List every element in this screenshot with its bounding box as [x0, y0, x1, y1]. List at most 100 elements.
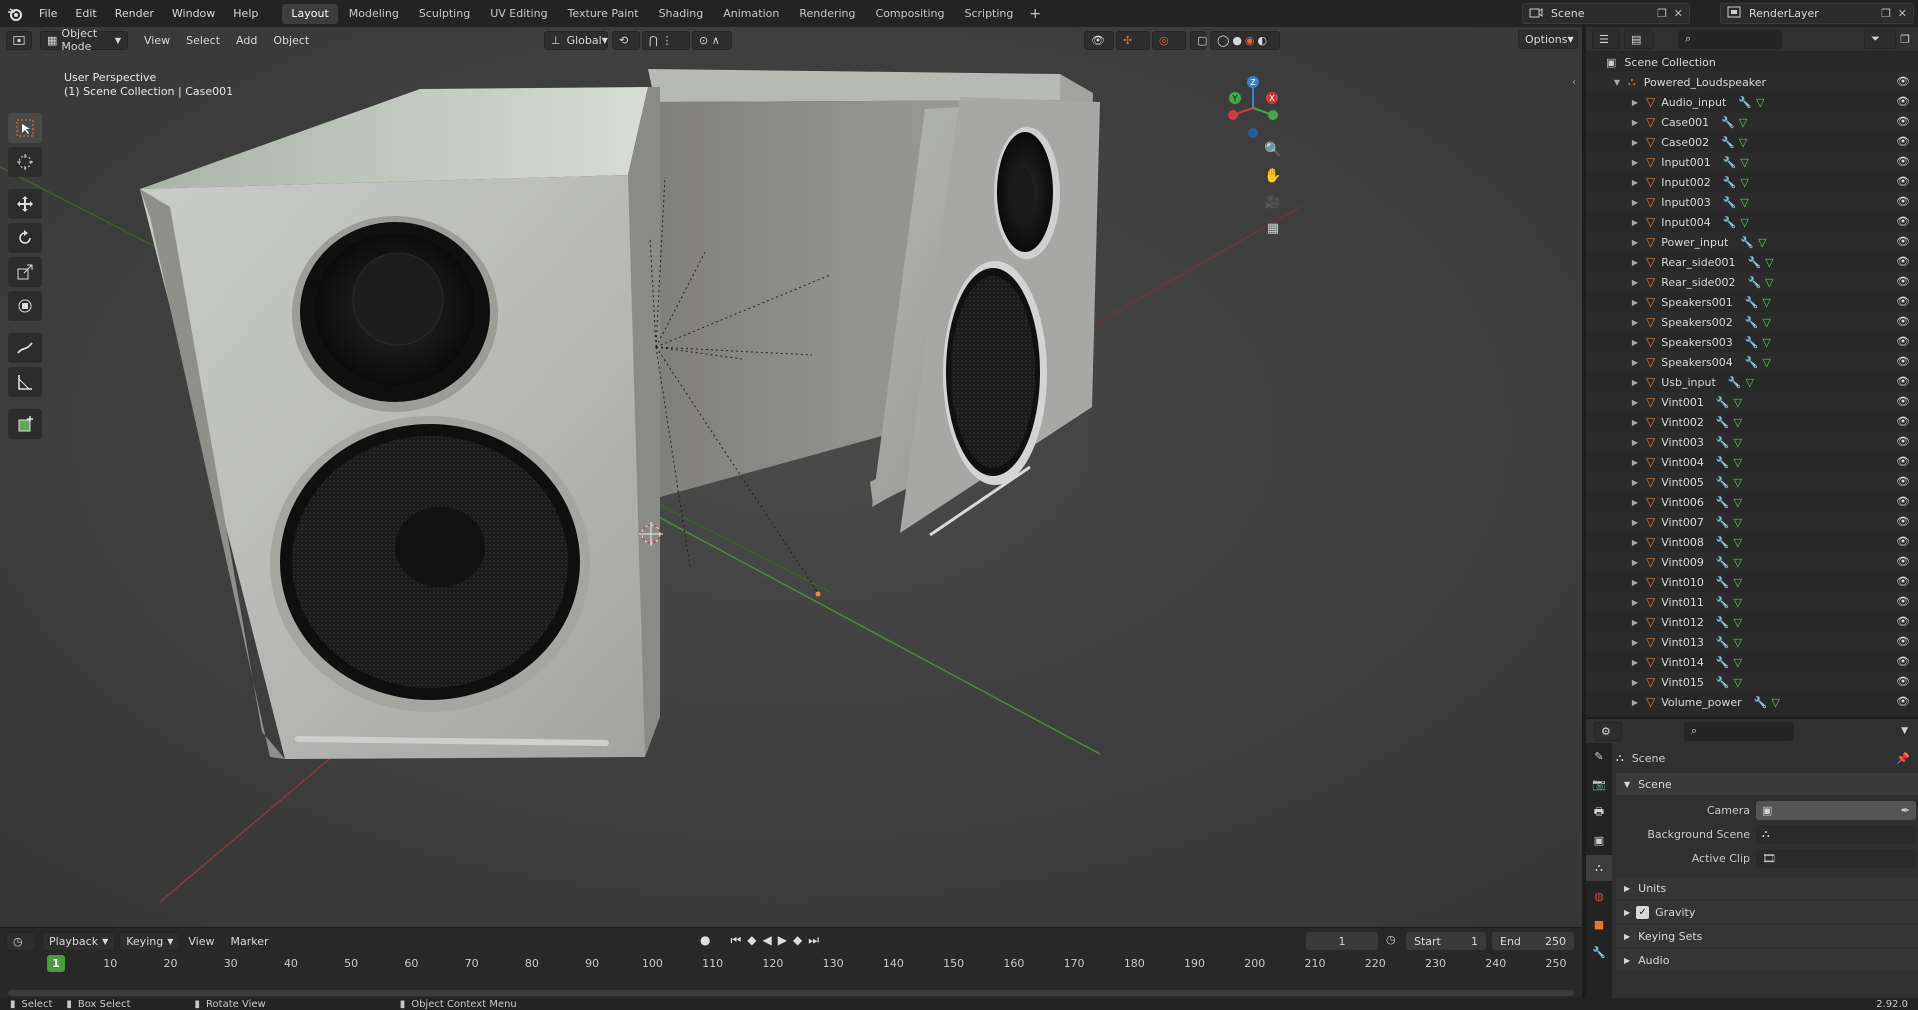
outliner-item-row[interactable]: ▶ ▽ Input003 🔧 ▽ 👁 — [1586, 192, 1918, 212]
properties-editor[interactable]: ⚙ ⌕ ▼ ✎ 📷 🖶 ▣ ⛬ ◍ ■ 🔧 ⛬ Scene 📌 ▼ Scene … — [1586, 719, 1918, 998]
outliner-editor-type-button[interactable]: ☰ — [1592, 29, 1620, 49]
display-mode-dropdown[interactable]: ▤ — [1624, 29, 1654, 49]
outliner-item-row[interactable]: ▶ ▽ Input001 🔧 ▽ 👁 — [1586, 152, 1918, 172]
expand-right-icon[interactable]: ▶ — [1630, 518, 1640, 527]
modifier-wrench-icon[interactable]: 🔧 — [1740, 236, 1754, 249]
expand-right-icon[interactable]: ▶ — [1630, 698, 1640, 707]
expand-right-icon[interactable]: ▶ — [1630, 258, 1640, 267]
3d-viewport[interactable]: ▦ Object Mode ▼ View Select Add Object ⊥… — [0, 27, 1582, 927]
mesh-data-icon[interactable]: ▽ — [1758, 236, 1766, 249]
menu-object[interactable]: Object — [265, 34, 317, 47]
outliner-item-row[interactable]: ▶ ▽ Usb_input 🔧 ▽ 👁 — [1586, 372, 1918, 392]
timeline-editor-type-button[interactable]: ◷ — [6, 931, 36, 951]
outliner-item-row[interactable]: ▶ ▽ Vint013 🔧 ▽ 👁 — [1586, 632, 1918, 652]
menu-file[interactable]: File — [30, 0, 66, 27]
tab-output[interactable]: 🖶 — [1586, 799, 1612, 825]
move-tool[interactable] — [8, 189, 42, 219]
outliner-item-row[interactable]: ▶ ▽ Vint002 🔧 ▽ 👁 — [1586, 412, 1918, 432]
keying-dropdown[interactable]: Keying ▼ — [119, 931, 181, 951]
mesh-data-icon[interactable]: ▽ — [1734, 476, 1742, 489]
eye-icon[interactable]: 👁 — [1896, 355, 1910, 368]
modifier-wrench-icon[interactable]: 🔧 — [1721, 116, 1735, 129]
expand-right-icon[interactable]: ▶ — [1630, 578, 1640, 587]
expand-right-icon[interactable]: ▶ — [1630, 618, 1640, 627]
eye-icon[interactable]: 👁 — [1896, 635, 1910, 648]
outliner-item-row[interactable]: ▶ ▽ Vint004 🔧 ▽ 👁 — [1586, 452, 1918, 472]
preview-range-icon[interactable]: ◷ — [1386, 933, 1396, 946]
modifier-wrench-icon[interactable]: 🔧 — [1716, 436, 1730, 449]
eye-icon[interactable]: 👁 — [1896, 115, 1910, 128]
modifier-wrench-icon[interactable]: 🔧 — [1716, 556, 1730, 569]
annotate-tool[interactable] — [8, 333, 42, 363]
eye-icon[interactable]: 👁 — [1896, 215, 1910, 228]
expand-right-icon[interactable]: ▶ — [1630, 278, 1640, 287]
outliner-item-row[interactable]: ▶ ▽ Vint007 🔧 ▽ 👁 — [1586, 512, 1918, 532]
eye-icon[interactable]: 👁 — [1896, 695, 1910, 708]
modifier-wrench-icon[interactable]: 🔧 — [1716, 456, 1730, 469]
outliner-item-row[interactable]: ▶ ▽ Vint006 🔧 ▽ 👁 — [1586, 492, 1918, 512]
copy-icon[interactable]: ❐ — [1657, 7, 1667, 20]
outliner-item-row[interactable]: ▶ ▽ Rear_side001 🔧 ▽ 👁 — [1586, 252, 1918, 272]
ortho-toggle-button[interactable]: ▦ — [1260, 215, 1286, 241]
modifier-wrench-icon[interactable]: 🔧 — [1754, 696, 1768, 709]
tab-tool[interactable]: ✎ — [1586, 743, 1612, 769]
transform-tool[interactable] — [8, 291, 42, 321]
outliner-item-row[interactable]: ▶ ▽ Vint012 🔧 ▽ 👁 — [1586, 612, 1918, 632]
expand-right-icon[interactable]: ▶ — [1630, 558, 1640, 567]
expand-right-icon[interactable]: ▶ — [1630, 198, 1640, 207]
frame-ruler[interactable]: 1 10 20 30 40 50 60 70 80 90 100 110 120 130 140 150 160… — [0, 954, 1582, 974]
modifier-wrench-icon[interactable]: 🔧 — [1728, 376, 1742, 389]
tab-layout[interactable]: Layout — [282, 3, 338, 24]
eye-icon[interactable]: 👁 — [1896, 135, 1910, 148]
tab-modeling[interactable]: Modeling — [340, 4, 408, 24]
zoom-button[interactable]: 🔍 — [1260, 137, 1286, 163]
current-frame-field[interactable]: 1 — [1306, 932, 1378, 950]
outliner-item-row[interactable]: ▶ ▽ Volume_power 🔧 ▽ 👁 — [1586, 692, 1918, 712]
outliner-item-row[interactable]: ▶ ▽ Vint010 🔧 ▽ 👁 — [1586, 572, 1918, 592]
tab-shading[interactable]: Shading — [650, 4, 713, 24]
gravity-panel-header[interactable]: ▶ ✓ Gravity — [1616, 901, 1918, 923]
camera-view-button[interactable]: 🎥 — [1260, 189, 1286, 215]
add-cube-tool[interactable] — [8, 409, 42, 439]
mesh-data-icon[interactable]: ▽ — [1771, 696, 1779, 709]
outliner-item-row[interactable]: ▶ ▽ Vint015 🔧 ▽ 👁 — [1586, 672, 1918, 692]
cursor-tool[interactable] — [8, 147, 42, 177]
mesh-data-icon[interactable]: ▽ — [1756, 96, 1764, 109]
expand-right-icon[interactable]: ▶ — [1630, 478, 1640, 487]
viewport-scene[interactable] — [0, 27, 1582, 927]
modifier-wrench-icon[interactable]: 🔧 — [1723, 196, 1737, 209]
jump-start-icon[interactable]: ⏮ — [730, 933, 741, 948]
eye-icon[interactable]: 👁 — [1896, 95, 1910, 108]
outliner-item-row[interactable]: ▶ ▽ Speakers001 🔧 ▽ 👁 — [1586, 292, 1918, 312]
copy-icon[interactable]: ❐ — [1881, 7, 1891, 20]
record-icon[interactable]: ● — [700, 933, 710, 948]
modifier-wrench-icon[interactable]: 🔧 — [1747, 276, 1761, 289]
tab-object[interactable]: ■ — [1586, 911, 1612, 937]
modifier-wrench-icon[interactable]: 🔧 — [1716, 656, 1730, 669]
outliner-item-row[interactable]: ▶ ▽ Vint001 🔧 ▽ 👁 — [1586, 392, 1918, 412]
eye-icon[interactable]: 👁 — [1896, 515, 1910, 528]
outliner-item-row[interactable]: ▶ ▽ Vint009 🔧 ▽ 👁 — [1586, 552, 1918, 572]
start-frame-field[interactable]: Start 1 — [1406, 932, 1486, 950]
scene-selector[interactable]: Scene ❐ ✕ — [1522, 3, 1690, 24]
eye-icon[interactable]: 👁 — [1896, 375, 1910, 388]
eye-icon[interactable]: 👁 — [1896, 315, 1910, 328]
expand-right-icon[interactable]: ▶ — [1630, 238, 1640, 247]
timeline-menu-view[interactable]: View — [180, 935, 222, 948]
mesh-data-icon[interactable]: ▽ — [1734, 496, 1742, 509]
mesh-data-icon[interactable]: ▽ — [1762, 336, 1770, 349]
expand-right-icon[interactable]: ▶ — [1630, 218, 1640, 227]
eye-icon[interactable]: 👁 — [1896, 495, 1910, 508]
tab-animation[interactable]: Animation — [714, 4, 788, 24]
material-shading-icon[interactable]: ◉ — [1245, 34, 1255, 47]
solid-shading-icon[interactable]: ● — [1232, 34, 1242, 47]
mesh-data-icon[interactable]: ▽ — [1734, 436, 1742, 449]
expand-right-icon[interactable]: ▶ — [1630, 158, 1640, 167]
eye-icon[interactable]: 👁 — [1896, 595, 1910, 608]
outliner-item-row[interactable]: ▶ ▽ Speakers004 🔧 ▽ 👁 — [1586, 352, 1918, 372]
options-dropdown[interactable]: Options ▼ — [1518, 30, 1578, 49]
view-layer-selector[interactable]: RenderLayer ❐ ✕ — [1720, 3, 1914, 24]
tab-render[interactable]: 📷 — [1586, 771, 1612, 797]
modifier-wrench-icon[interactable]: 🔧 — [1723, 156, 1737, 169]
mesh-data-icon[interactable]: ▽ — [1765, 276, 1773, 289]
